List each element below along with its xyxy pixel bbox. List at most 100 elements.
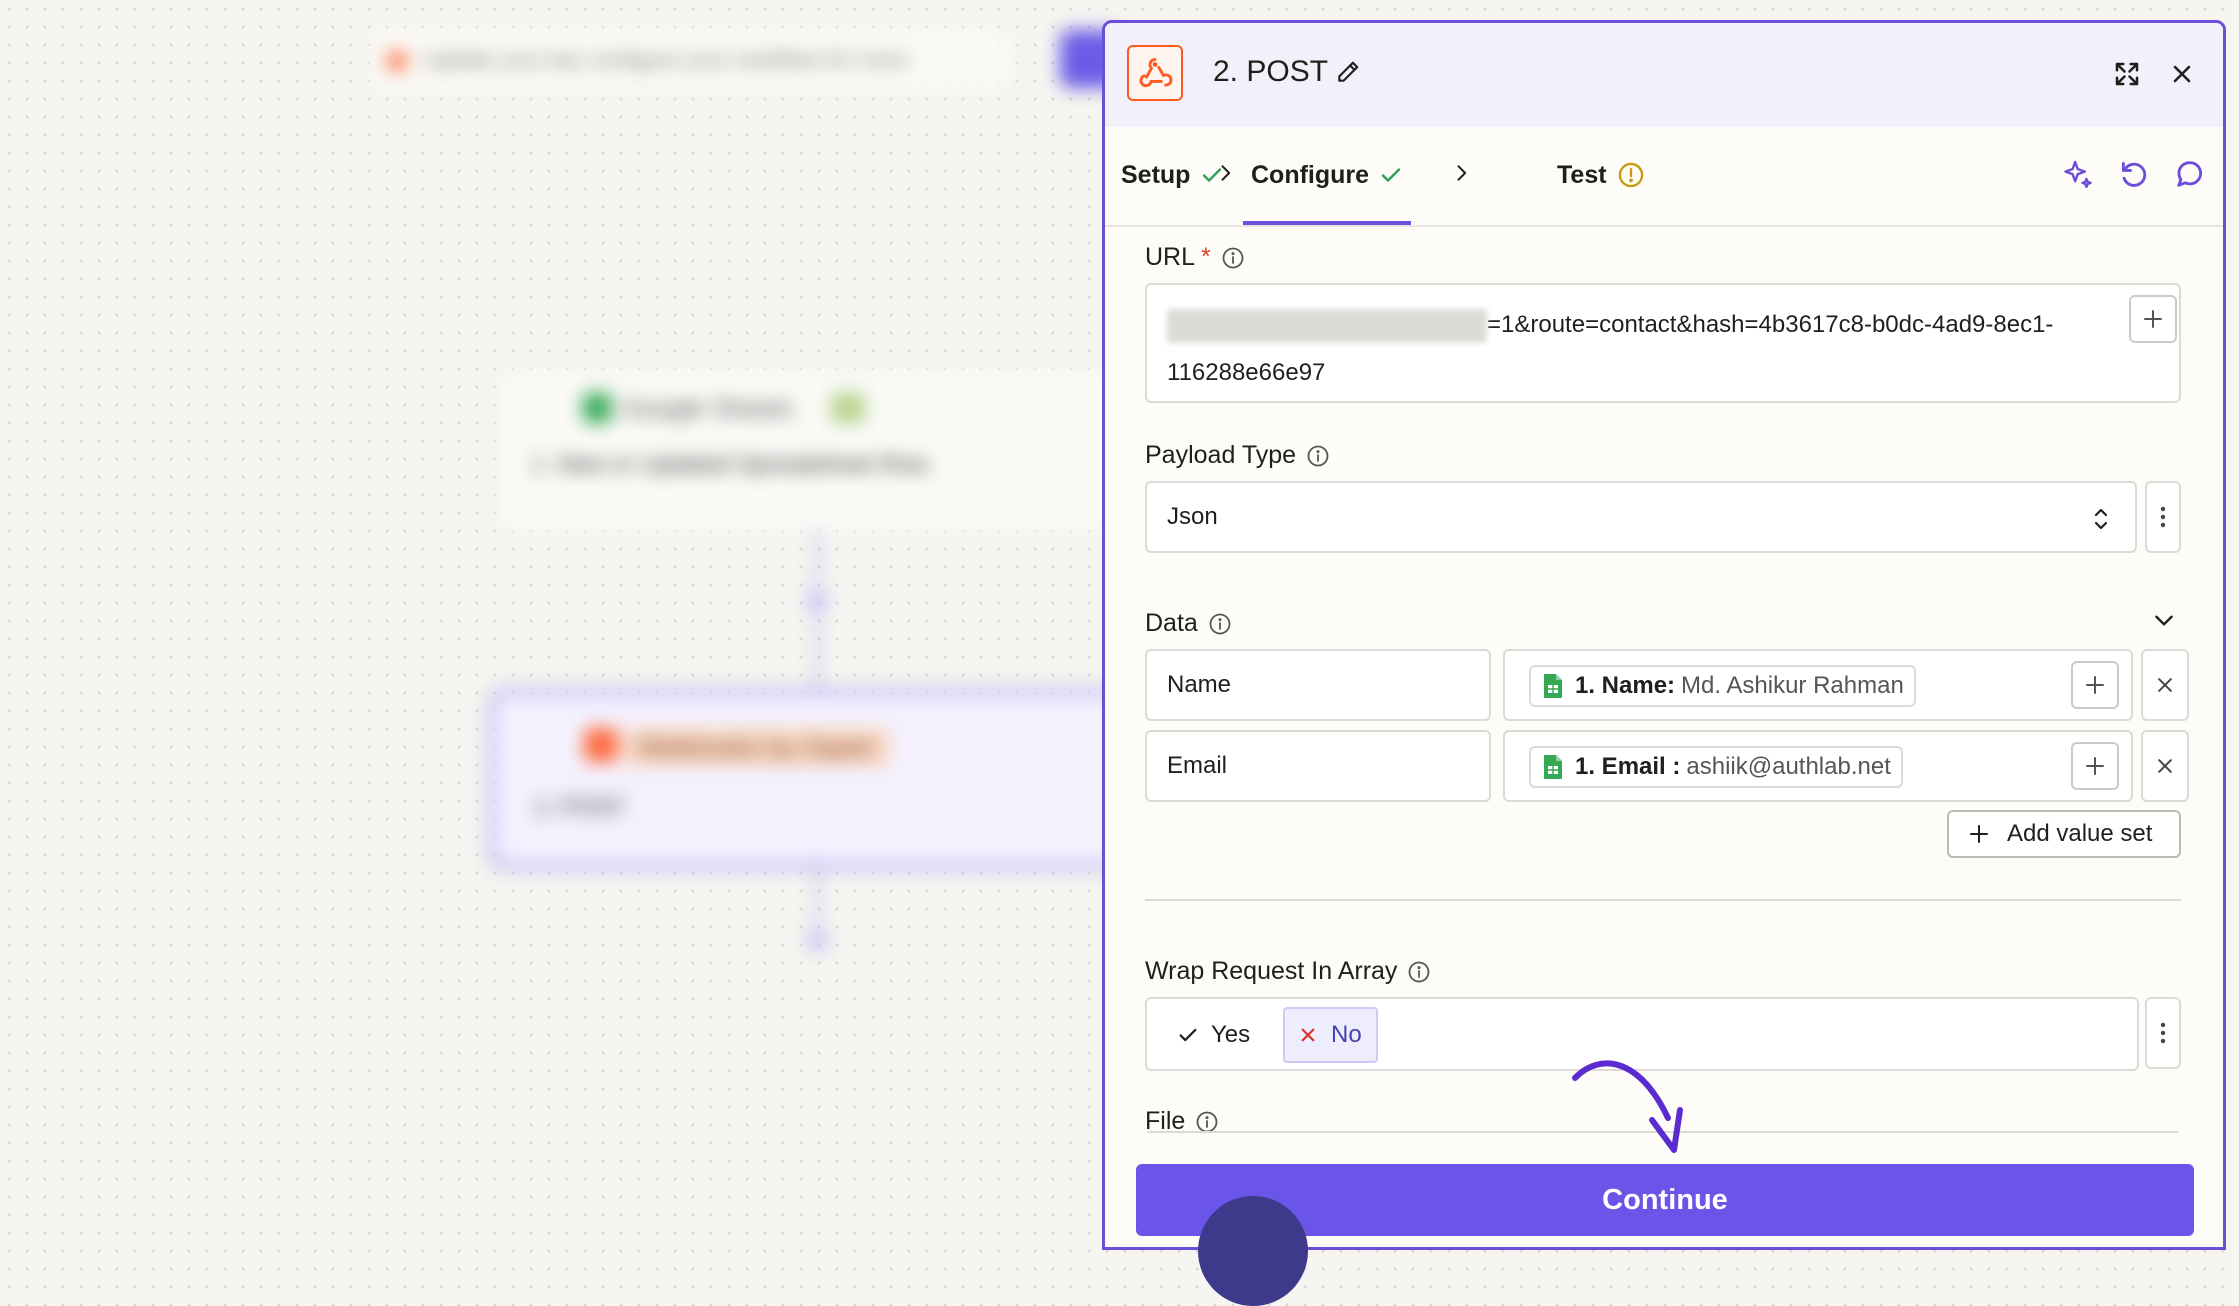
data-key-input[interactable]: Email [1145,730,1491,802]
chevron-down-icon[interactable] [2151,607,2177,633]
banner-text: Update your key configure your workflow … [423,47,909,72]
tab-setup[interactable]: Setup [1121,127,1224,223]
pencil-icon[interactable] [1335,59,1361,85]
node-title: Webhooks by Zapier [624,728,890,767]
node-title: Google Sheets [621,393,794,423]
plus-icon [2086,757,2104,775]
pill-key: 1. Name: [1575,672,1676,699]
url-value-text-line2: 116288e66e97 [1167,359,1326,386]
pill-value: Md. Ashikur Rahman [1681,672,1904,699]
node-connector [815,860,819,940]
remove-row-button[interactable] [2141,649,2189,721]
option-no[interactable]: No [1283,1007,1378,1063]
workflow-node-action[interactable]: Webhooks by Zapier 2. POST [490,690,1138,868]
url-value-text: =1&route=contact&hash=4b3617c8-b0dc-4ad9… [1487,311,2054,338]
option-yes-label: Yes [1211,1021,1251,1048]
payload-type-value: Json [1167,503,1218,530]
payload-type-label: Payload Type [1145,441,1330,470]
wrap-request-label: Wrap Request In Array [1145,957,1431,986]
field-label-text: Data [1145,609,1198,637]
close-icon [2158,759,2172,773]
url-value: =1&route=contact&hash=4b3617c8-b0dc-4ad9… [1167,301,2097,397]
data-label: Data [1145,609,1232,638]
info-icon[interactable] [1195,1110,1219,1134]
mapped-field-pill[interactable]: 1. Name: Md. Ashikur Rahman [1529,665,1916,707]
info-icon[interactable] [1407,960,1431,984]
warning-icon [1618,162,1643,188]
tab-label: Configure [1251,160,1370,189]
insert-data-button[interactable] [2129,295,2177,343]
data-key-input[interactable]: Name [1145,649,1491,721]
check-icon [1381,168,1401,182]
close-icon[interactable] [2167,59,2197,89]
plus-icon [2086,676,2104,694]
sparkle-icon[interactable] [2061,157,2095,191]
node-subtitle: 1. New or Updated Spreadsheet Row [531,451,929,478]
insert-data-button[interactable] [2071,661,2119,709]
tab-test[interactable]: Test [1557,127,1645,223]
google-sheets-icon [1544,674,1562,698]
field-options-button[interactable] [2145,997,2181,1069]
data-key-value: Name [1167,671,1232,698]
google-sheets-icon [1544,755,1562,779]
remove-row-button[interactable] [2141,730,2189,802]
add-value-set-label: Add value set [2007,820,2153,847]
tab-label: Setup [1121,160,1191,189]
section-divider [1145,899,2181,901]
node-badge [831,393,865,423]
continue-label: Continue [1602,1183,1728,1216]
webhook-icon [1127,45,1183,101]
field-label-text: Payload Type [1145,441,1297,469]
insert-data-button[interactable] [2071,742,2119,790]
step-tabs: Setup Configure Test [1105,127,2223,227]
step-title: 2. POST [1213,55,1329,88]
field-label-text: Wrap Request In Array [1145,957,1398,985]
redacted-url-part [1167,308,1487,343]
url-input[interactable]: =1&route=contact&hash=4b3617c8-b0dc-4ad9… [1145,283,2181,403]
chevron-right-icon [1221,165,1231,181]
data-value-input[interactable]: 1. Name: Md. Ashikur Rahman [1503,649,2133,721]
plus-icon [2144,310,2162,328]
plus-icon [1970,825,1988,843]
chevron-right-icon [1457,165,1467,181]
info-icon[interactable] [1208,612,1232,636]
close-icon [2158,678,2172,692]
option-yes[interactable]: Yes [1163,1007,1264,1063]
add-value-set-button[interactable]: Add value set [1947,810,2181,858]
mapped-field-pill[interactable]: 1. Email : ashiik@authlab.net [1529,746,1903,788]
kebab-icon [2160,506,2166,528]
info-icon[interactable] [1306,444,1330,468]
chevron-updown-icon [2094,508,2108,530]
comment-icon[interactable] [2173,157,2207,191]
data-key-value: Email [1167,752,1228,779]
option-no-label: No [1331,1021,1362,1048]
url-label: URL * [1145,243,1245,272]
undo-icon[interactable] [2117,157,2151,191]
annotation-arrow-icon [1572,1060,1683,1153]
canvas-banner: Update your key configure your workflow … [370,30,1012,90]
help-launcher[interactable] [1198,1196,1308,1306]
panel-header: 2. POST [1105,23,2223,127]
webhook-icon [584,728,618,762]
expand-icon[interactable] [2112,59,2142,89]
workflow-node-trigger[interactable]: Google Sheets 1. New or Updated Spreadsh… [500,370,1122,532]
data-value-input[interactable]: 1. Email : ashiik@authlab.net [1503,730,2133,802]
tab-configure[interactable]: Configure [1242,127,1412,225]
close-icon [1301,1028,1315,1042]
add-step-icon[interactable] [806,930,828,952]
banner-status-icon [387,51,407,71]
field-label-text: URL [1145,243,1196,271]
add-step-icon[interactable] [806,590,828,612]
pill-key: 1. Email : [1575,753,1681,780]
info-icon[interactable] [1221,246,1245,270]
check-icon [1179,1028,1197,1042]
workflow-canvas: Update your key configure your workflow … [0,0,1138,1242]
node-subtitle: 2. POST [534,794,627,821]
pill-value: ashiik@authlab.net [1686,753,1891,780]
google-sheets-icon [583,393,611,423]
payload-type-select[interactable]: Json [1145,481,2137,553]
kebab-icon [2160,1022,2166,1044]
tab-label: Test [1557,160,1607,189]
required-marker: * [1201,243,1211,271]
field-options-button[interactable] [2145,481,2181,553]
